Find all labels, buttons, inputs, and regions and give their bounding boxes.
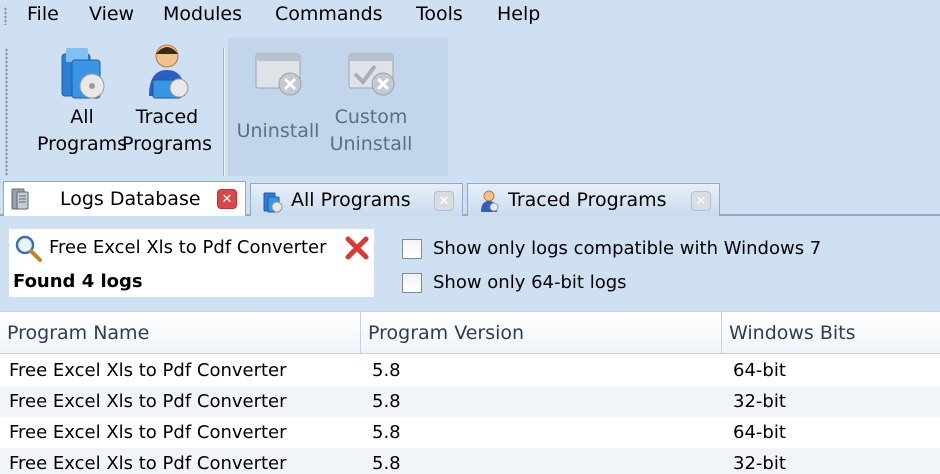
tab-all-programs[interactable]: All Programs ✕ xyxy=(250,183,463,216)
search-result-count: Found 4 logs xyxy=(13,271,143,292)
tab-logs-database[interactable]: Logs Database ✕ xyxy=(3,181,246,216)
all-programs-label-1: All xyxy=(70,106,94,128)
uninstall-icon xyxy=(255,53,302,96)
filter-win7-row[interactable]: Show only logs compatible with Windows 7 xyxy=(402,238,821,259)
database-icon xyxy=(11,188,29,210)
tab-traced-programs-label: Traced Programs xyxy=(508,189,667,211)
traced-programs-label-1: Traced xyxy=(135,106,199,128)
filter-64bit-checkbox[interactable] xyxy=(402,272,422,293)
table-row[interactable]: Free Excel Xls to Pdf Converter 5.8 64-b… xyxy=(0,417,940,448)
column-header-program-version[interactable]: Program Version xyxy=(361,312,524,354)
custom-uninstall-button[interactable]: Custom Uninstall xyxy=(325,40,417,170)
close-icon[interactable]: ✕ xyxy=(434,191,454,211)
filter-64bit-label: Show only 64-bit logs xyxy=(433,272,627,293)
menu-file[interactable]: File xyxy=(27,3,59,25)
menu-view[interactable]: View xyxy=(89,3,134,25)
all-programs-button[interactable]: All Programs xyxy=(37,40,127,170)
table-header: Program Name Program Version Windows Bit… xyxy=(0,311,940,354)
filter-win7-label: Show only logs compatible with Windows 7 xyxy=(433,238,822,259)
traced-programs-icon xyxy=(149,44,189,99)
all-programs-label-2: Programs xyxy=(36,133,128,155)
cell-program-name: Free Excel Xls to Pdf Converter xyxy=(9,453,287,474)
table-row[interactable]: Free Excel Xls to Pdf Converter 5.8 32-b… xyxy=(0,448,940,474)
table-row[interactable]: Free Excel Xls to Pdf Converter 5.8 32-b… xyxy=(0,386,940,417)
cell-program-version: 5.8 xyxy=(372,360,401,381)
close-icon[interactable]: ✕ xyxy=(691,191,711,211)
cell-windows-bits: 32-bit xyxy=(733,391,786,412)
cell-program-name: Free Excel Xls to Pdf Converter xyxy=(9,360,287,381)
filter-64bit-row[interactable]: Show only 64-bit logs xyxy=(402,272,627,293)
cell-program-name: Free Excel Xls to Pdf Converter xyxy=(9,422,287,443)
toolbar: All Programs Traced Programs Uninstall C… xyxy=(0,30,940,198)
column-header-windows-bits[interactable]: Windows Bits xyxy=(722,312,856,354)
cell-windows-bits: 64-bit xyxy=(733,360,786,381)
uninstall-button[interactable]: Uninstall xyxy=(232,40,324,170)
cell-windows-bits: 64-bit xyxy=(733,422,786,443)
menu-commands[interactable]: Commands xyxy=(275,3,383,25)
search-box[interactable]: Free Excel Xls to Pdf Converter Found 4 … xyxy=(9,229,374,297)
logs-table: Program Name Program Version Windows Bit… xyxy=(0,311,940,474)
uninstall-label: Uninstall xyxy=(236,120,320,142)
cell-program-version: 5.8 xyxy=(372,453,401,474)
all-programs-icon xyxy=(263,192,283,213)
menu-tools[interactable]: Tools xyxy=(416,3,463,25)
toolbar-separator xyxy=(223,48,225,186)
all-programs-icon xyxy=(61,48,105,99)
filter-win7-checkbox[interactable] xyxy=(402,238,422,259)
tab-traced-programs[interactable]: Traced Programs ✕ xyxy=(467,183,720,216)
search-input[interactable]: Free Excel Xls to Pdf Converter xyxy=(49,237,327,258)
cell-windows-bits: 32-bit xyxy=(733,453,786,474)
menu-modules[interactable]: Modules xyxy=(163,3,242,25)
custom-uninstall-label-1: Custom xyxy=(334,106,408,128)
tab-all-programs-label: All Programs xyxy=(291,189,411,211)
cell-program-version: 5.8 xyxy=(372,391,401,412)
clear-search-icon[interactable] xyxy=(344,235,370,261)
search-icon xyxy=(15,235,42,262)
column-header-program-name[interactable]: Program Name xyxy=(0,312,149,354)
traced-programs-icon xyxy=(481,190,499,212)
custom-uninstall-icon xyxy=(348,53,395,96)
close-icon[interactable]: ✕ xyxy=(217,189,237,209)
custom-uninstall-label-2: Uninstall xyxy=(329,133,413,155)
menu-grip[interactable] xyxy=(4,7,7,25)
traced-programs-button[interactable]: Traced Programs xyxy=(121,40,213,170)
cell-program-name: Free Excel Xls to Pdf Converter xyxy=(9,391,287,412)
tab-logs-database-label: Logs Database xyxy=(60,188,201,210)
menu-help[interactable]: Help xyxy=(497,3,540,25)
cell-program-version: 5.8 xyxy=(372,422,401,443)
menu-bar: File View Modules Commands Tools Help xyxy=(0,0,940,30)
table-row[interactable]: Free Excel Xls to Pdf Converter 5.8 64-b… xyxy=(0,355,940,386)
traced-programs-label-2: Programs xyxy=(121,133,213,155)
